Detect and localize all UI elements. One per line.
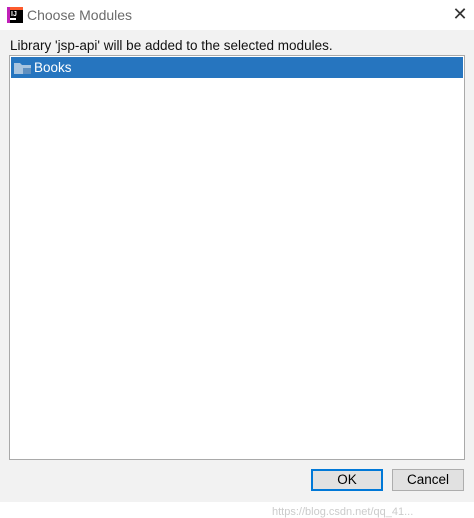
- intellij-app-icon: IJ: [7, 7, 23, 23]
- dialog-content: Library 'jsp-api' will be added to the s…: [0, 30, 474, 518]
- cancel-button[interactable]: Cancel: [392, 469, 464, 491]
- close-icon[interactable]: ✕: [452, 4, 468, 24]
- title-bar: IJ Choose Modules ✕: [0, 0, 474, 30]
- ok-button[interactable]: OK: [311, 469, 383, 491]
- modules-list[interactable]: Books: [9, 55, 465, 460]
- dialog-message: Library 'jsp-api' will be added to the s…: [10, 38, 333, 53]
- svg-text:IJ: IJ: [11, 11, 17, 18]
- list-item[interactable]: Books: [11, 57, 463, 78]
- watermark: https://blog.csdn.net/qq_41...: [272, 506, 414, 518]
- module-folder-icon: [14, 62, 31, 74]
- window-title: Choose Modules: [27, 7, 133, 23]
- module-label: Books: [34, 60, 72, 75]
